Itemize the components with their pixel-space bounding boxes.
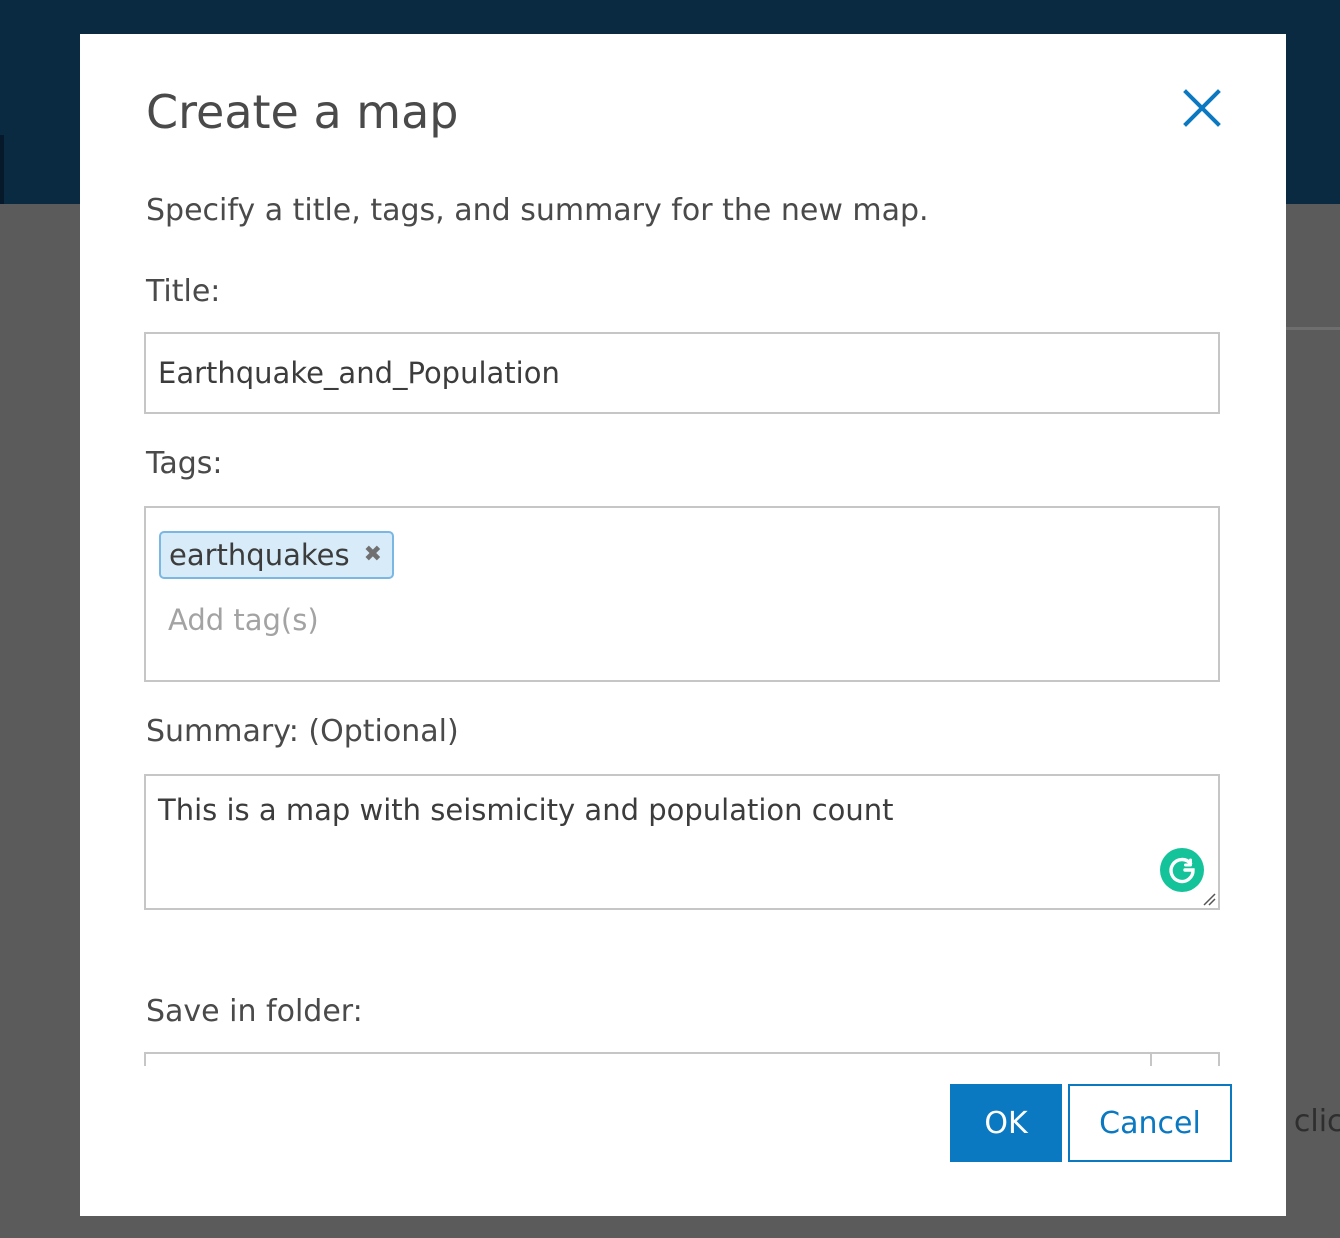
tags-input-box[interactable]: earthquakes ✖ bbox=[144, 506, 1220, 682]
folder-label: Save in folder: bbox=[146, 994, 363, 1029]
summary-textarea[interactable]: This is a map with seismicity and popula… bbox=[144, 774, 1220, 910]
dialog-instructions: Specify a title, tags, and summary for t… bbox=[146, 193, 929, 228]
tag-chip: earthquakes ✖ bbox=[159, 531, 394, 579]
grammarly-icon[interactable] bbox=[1160, 848, 1204, 892]
remove-tag-icon[interactable]: ✖ bbox=[364, 533, 382, 577]
close-button[interactable] bbox=[1176, 82, 1228, 134]
close-icon bbox=[1176, 82, 1228, 134]
app-header-edge bbox=[0, 135, 4, 204]
title-label: Title: bbox=[146, 274, 221, 309]
tag-text: earthquakes bbox=[169, 538, 350, 572]
title-input[interactable] bbox=[144, 332, 1220, 414]
create-map-dialog: Create a map Specify a title, tags, and … bbox=[80, 34, 1286, 1216]
folder-select-divider bbox=[1150, 1054, 1152, 1066]
ok-button[interactable]: OK bbox=[950, 1084, 1062, 1162]
cancel-button[interactable]: Cancel bbox=[1068, 1084, 1232, 1162]
resize-handle-icon[interactable] bbox=[1202, 892, 1216, 906]
summary-field: This is a map with seismicity and popula… bbox=[144, 774, 1220, 910]
background-divider bbox=[1286, 327, 1340, 330]
add-tag-input[interactable] bbox=[168, 596, 768, 644]
folder-select[interactable] bbox=[144, 1052, 1220, 1066]
dialog-title: Create a map bbox=[146, 85, 459, 139]
summary-label: Summary: (Optional) bbox=[146, 714, 459, 749]
tags-label: Tags: bbox=[146, 446, 223, 481]
background-partial-text: r clic bbox=[1286, 1104, 1340, 1139]
